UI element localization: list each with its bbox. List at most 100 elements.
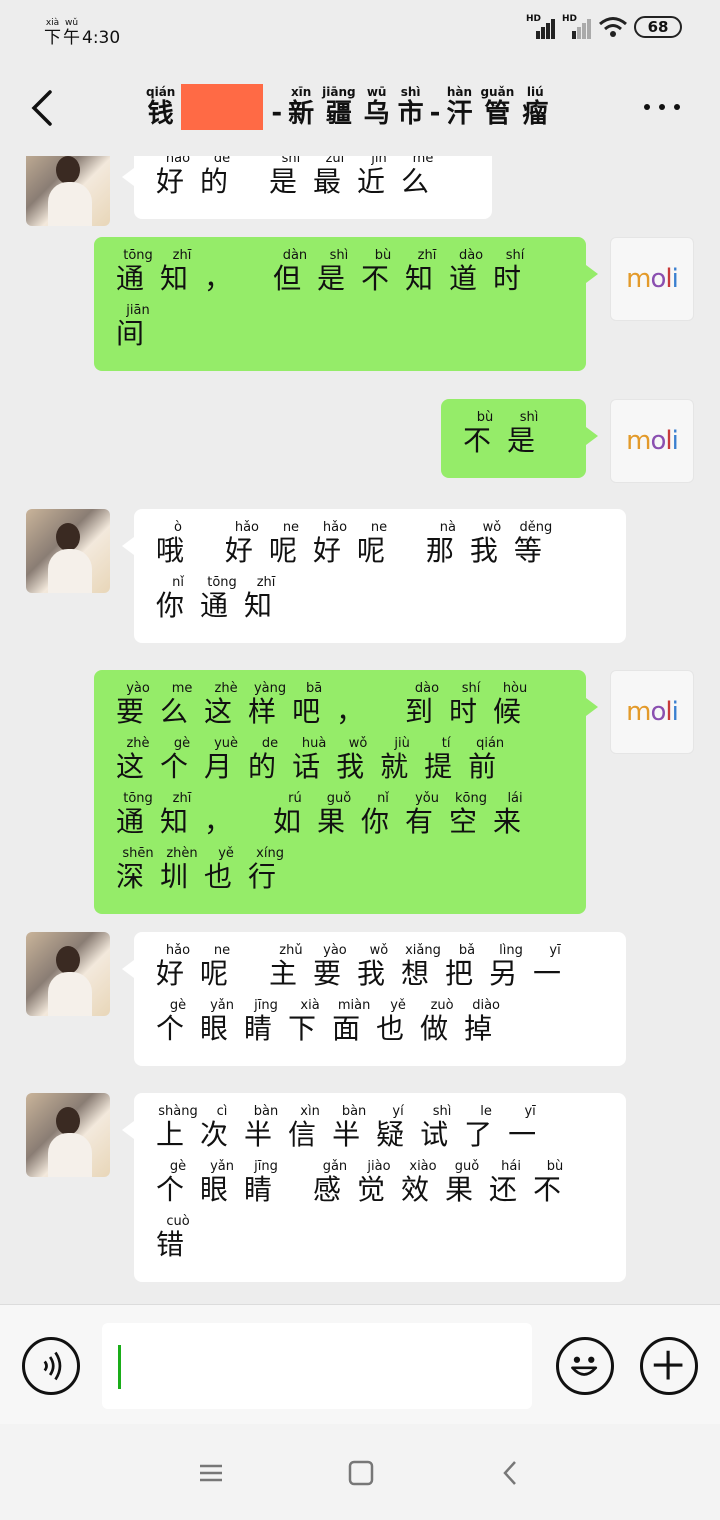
message-bubble[interactable]: 上shàng次cì半bàn信xìn半bàn疑yí试shì了le一yī 个gè眼yǎ… (122, 1093, 626, 1282)
message-char: 呢ne (268, 520, 313, 567)
status-time: 下xià 午wǔ 4:30 (44, 18, 120, 48)
message-char: 么me (160, 681, 205, 728)
message-char: 我wǒ (469, 520, 514, 567)
self-avatar[interactable]: moli (610, 237, 694, 321)
title-char: 市shì (397, 85, 424, 129)
contact-avatar[interactable] (26, 932, 110, 1016)
message-bubble[interactable]: 要yào么me这zhè样yàng吧bā， 到dào时shí候hòu 这zhè个gè… (94, 670, 598, 914)
self-avatar[interactable]: moli (610, 670, 694, 754)
avatar-logo-text: moli (626, 426, 679, 456)
title-char: 钱qián (146, 85, 176, 129)
title-char: 管guǎn (480, 85, 515, 129)
message-char: 候hòu (493, 681, 538, 728)
chevron-left-icon[interactable] (24, 86, 64, 130)
status-icons: HD HD 68 (526, 14, 682, 39)
message-char: 眼yǎn (200, 1159, 245, 1206)
battery-indicator: 68 (634, 16, 682, 38)
message-char: 做zuò (420, 998, 465, 1045)
message-char: 道dào (449, 248, 494, 295)
network-type: HD (526, 14, 542, 24)
message-char: 等děng (513, 520, 558, 567)
message-char: 要yào (312, 943, 357, 990)
text-caret (118, 1345, 121, 1389)
chat-title: 钱qián - 新xīn 疆jiāng 乌wū 市shì - 汗hàn 管guǎn 瘤liú (142, 80, 552, 130)
voice-icon[interactable] (22, 1337, 80, 1395)
message-line: 不bù是shì (463, 410, 564, 466)
message-bubble[interactable]: 哦ò 好hǎo呢ne好hǎo呢ne 那nà我wǒ等děng 你nǐ通tōng知zh… (122, 509, 626, 643)
message-char: 我wǒ (336, 736, 381, 783)
message-list[interactable]: 好hǎo的de 是shì最zuì近jìn么me moli 通tōng知zhī， 但d… (0, 156, 720, 1304)
message-char: 知zhī (160, 791, 205, 838)
emoji-icon[interactable] (556, 1337, 614, 1395)
message-char: 吧bā (292, 681, 337, 728)
message-char: 间jiān (116, 303, 161, 350)
message-text: 哦ò 好hǎo呢ne好hǎo呢ne 那nà我wǒ等děng 你nǐ通tōng知zh… (156, 520, 604, 631)
more-dots-icon[interactable] (644, 104, 680, 110)
message-line: 好hǎo的de 是shì最zuì近jìn么me (156, 156, 470, 207)
message-char: 还hái (489, 1159, 534, 1206)
message-char: 的de (248, 736, 293, 783)
message-bubble[interactable]: 通tōng知zhī， 但dàn是shì不bù知zhī道dào时shí 间jiān (94, 237, 598, 371)
message-char: 好hǎo (224, 520, 269, 567)
wifi-icon (599, 17, 627, 37)
message-char: 时shí (493, 248, 538, 295)
title-separator: - (271, 98, 283, 128)
message-punct (244, 957, 269, 990)
message-text: 上shàng次cì半bàn信xìn半bàn疑yí试shì了le一yī 个gè眼yǎ… (156, 1104, 604, 1270)
message-char: 的de (200, 156, 245, 198)
message-char: 感gǎn (312, 1159, 357, 1206)
message-char: 哦ò (156, 520, 201, 567)
avatar-logo-text: moli (626, 264, 679, 294)
message-char: 要yào (116, 681, 161, 728)
message-char: 是shì (316, 248, 361, 295)
message-text: 要yào么me这zhè样yàng吧bā， 到dào时shí候hòu 这zhè个gè… (116, 681, 564, 902)
contact-avatar[interactable] (26, 509, 110, 593)
title-char: 瘤liú (522, 85, 549, 129)
home-icon[interactable] (346, 1458, 376, 1488)
input-bar (0, 1304, 720, 1424)
message-input[interactable] (102, 1323, 532, 1409)
message-line: 上shàng次cì半bàn信xìn半bàn疑yí试shì了le一yī (156, 1104, 604, 1160)
message-char: 样yàng (248, 681, 293, 728)
message-char: 好hǎo (156, 943, 201, 990)
plus-icon[interactable] (640, 1337, 698, 1395)
message-punct (288, 1173, 313, 1206)
message-line: 这zhè个gè月yuè的de话huà我wǒ就jiù提tí前qián (116, 736, 564, 792)
message-char: 不bù (533, 1159, 578, 1206)
status-period-2: 午wǔ (63, 18, 80, 48)
message-char: 好hǎo (312, 520, 357, 567)
message-bubble[interactable]: 不bù是shì (441, 399, 598, 478)
menu-icon[interactable] (196, 1458, 226, 1488)
message-char: 睛jīng (244, 998, 289, 1045)
message-char: 这zhè (116, 736, 161, 783)
message-char: 效xiào (400, 1159, 445, 1206)
message-char: 呢ne (200, 943, 245, 990)
message-text: 不bù是shì (463, 410, 564, 466)
message-char: 有yǒu (405, 791, 450, 838)
message-char: 是shì (268, 156, 313, 198)
message-char: 试shì (420, 1104, 465, 1151)
message-char: 次cì (200, 1104, 245, 1151)
back-icon[interactable] (496, 1458, 526, 1488)
message-bubble[interactable]: 好hǎo呢ne 主zhǔ要yào我wǒ想xiǎng把bǎ另lìng一yī 个gè眼… (122, 932, 626, 1066)
message-char: 我wǒ (356, 943, 401, 990)
signal-icon: HD (526, 14, 556, 39)
message-char: 也yě (376, 998, 421, 1045)
contact-avatar[interactable] (26, 156, 110, 226)
message-char: 下xià (288, 998, 333, 1045)
message-char: 主zhǔ (268, 943, 313, 990)
message-char: 你nǐ (156, 575, 201, 622)
title-char: 汗hàn (446, 85, 473, 129)
title-char: 疆jiāng (322, 85, 356, 129)
message-line: 你nǐ通tōng知zhī (156, 575, 604, 631)
message-char: 通tōng (116, 248, 161, 295)
message-line: 错cuò (156, 1214, 604, 1270)
message-char: 就jiù (380, 736, 425, 783)
contact-avatar[interactable] (26, 1093, 110, 1177)
message-line: 深shēn圳zhèn也yě行xíng (116, 846, 564, 902)
message-char: 好hǎo (156, 156, 201, 198)
message-punct: ， (204, 805, 249, 838)
message-char: 半bàn (332, 1104, 377, 1151)
message-bubble[interactable]: 好hǎo的de 是shì最zuì近jìn么me (122, 156, 492, 219)
self-avatar[interactable]: moli (610, 399, 694, 483)
